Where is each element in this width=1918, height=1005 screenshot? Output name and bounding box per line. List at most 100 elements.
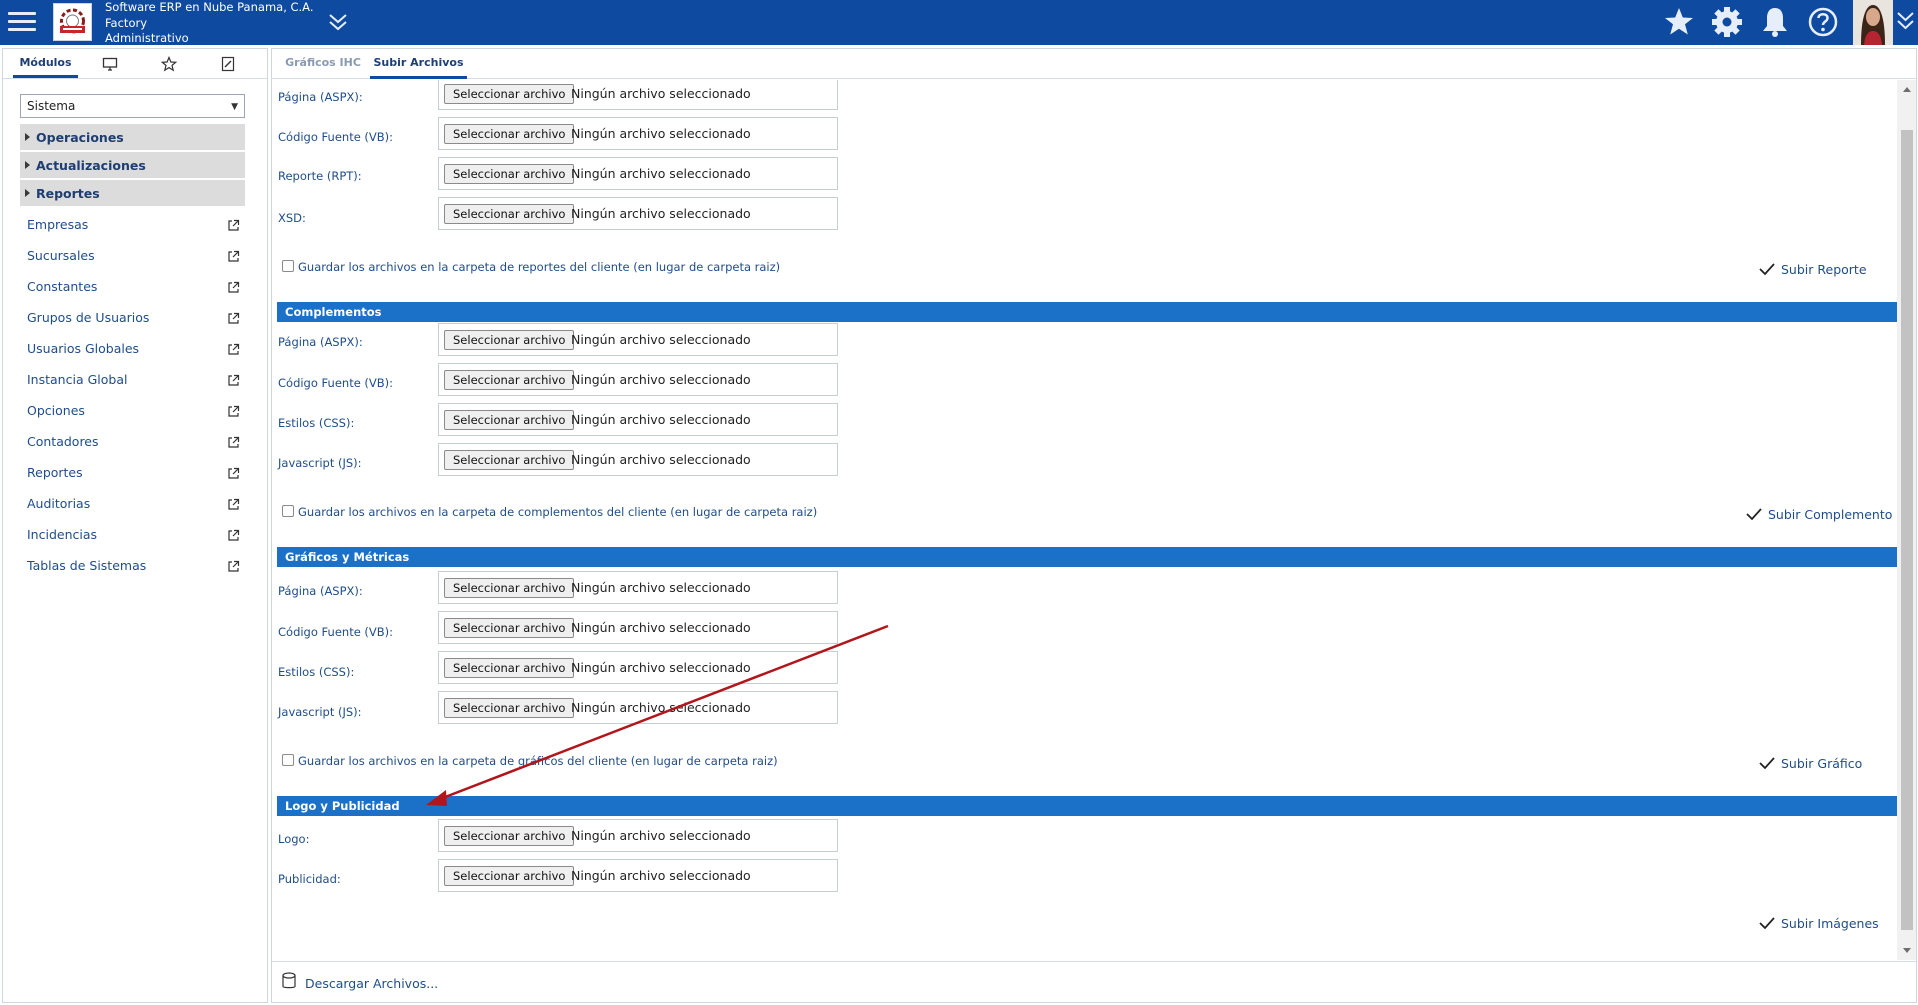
select-file-button[interactable]: Seleccionar archivo [444,618,575,638]
field-label: Logo: [278,832,310,846]
external-link-icon[interactable] [227,405,240,418]
file-input-publicidad[interactable]: Seleccionar archivo Ningún archivo selec… [438,859,838,892]
scroll-up-icon[interactable] [1903,87,1911,92]
download-files-link[interactable]: Descargar Archivos... [305,976,438,991]
file-input-grafico-vb[interactable]: Seleccionar archivo Ningún archivo selec… [438,611,838,644]
file-input-reporte-xsd[interactable]: Seleccionar archivo Ningún archivo selec… [438,197,838,230]
menu-icon[interactable] [6,8,38,36]
select-file-button[interactable]: Seleccionar archivo [444,330,575,350]
file-input-reporte-aspx[interactable]: Seleccionar archivo Ningún archivo selec… [438,80,838,110]
sidebar-item-constantes[interactable]: Constantes [27,279,242,299]
external-link-icon[interactable] [227,250,240,263]
scroll-down-icon[interactable] [1903,948,1911,953]
main-panel: Gráficos IHC Subir Archivos Página (ASPX… [271,48,1917,1003]
tab-subir-archivos[interactable]: Subir Archivos [370,49,467,79]
select-file-button[interactable]: Seleccionar archivo [444,204,575,224]
company-module: Administrativo [105,31,189,45]
monitor-icon[interactable] [102,56,118,72]
file-input-grafico-js[interactable]: Seleccionar archivo Ningún archivo selec… [438,691,838,724]
system-select[interactable]: Sistema ▼ [20,94,245,118]
select-file-button[interactable]: Seleccionar archivo [444,124,575,144]
tab-graficos-ihc[interactable]: Gráficos IHC [280,49,366,79]
select-file-button[interactable]: Seleccionar archivo [444,84,575,104]
sidebar-item-usuarios-globales[interactable]: Usuarios Globales [27,341,242,361]
file-input-reporte-rpt[interactable]: Seleccionar archivo Ningún archivo selec… [438,157,838,190]
external-link-icon[interactable] [227,343,240,356]
external-link-icon[interactable] [227,436,240,449]
select-file-button[interactable]: Seleccionar archivo [444,866,575,886]
avatar[interactable] [1853,0,1893,45]
file-input-grafico-aspx[interactable]: Seleccionar archivo Ningún archivo selec… [438,571,838,604]
chevron-double-down-icon[interactable] [326,10,350,34]
sidebar-item-auditorias[interactable]: Auditorias [27,496,242,516]
sidebar-item-label: Sucursales [27,248,95,263]
field-label: XSD: [278,211,306,225]
sidebar-group-label: Reportes [36,186,100,201]
checkbox-complementos[interactable] [282,505,294,517]
company-logo[interactable] [53,3,92,41]
checkmark-icon [1759,917,1775,930]
field-label: Estilos (CSS): [278,665,355,679]
select-file-button[interactable]: Seleccionar archivo [444,698,575,718]
file-status: Ningún archivo seleccionado [571,206,751,221]
external-link-icon[interactable] [227,312,240,325]
file-input-grafico-css[interactable]: Seleccionar archivo Ningún archivo selec… [438,651,838,684]
field-label: Estilos (CSS): [278,416,355,430]
sidebar-item-empresas[interactable]: Empresas [27,217,242,237]
select-file-button[interactable]: Seleccionar archivo [444,164,575,184]
external-link-icon[interactable] [227,467,240,480]
select-file-button[interactable]: Seleccionar archivo [444,578,575,598]
sidebar-group-reportes[interactable]: Reportes [20,180,245,207]
sidebar-item-contadores[interactable]: Contadores [27,434,242,454]
bell-icon[interactable] [1758,4,1792,40]
chevron-double-down-icon[interactable] [1893,0,1918,45]
sidebar-item-label: Usuarios Globales [27,341,140,356]
file-input-complemento-vb[interactable]: Seleccionar archivo Ningún archivo selec… [438,363,838,396]
caret-right-icon [25,161,30,169]
star-outline-icon[interactable] [160,55,178,72]
external-link-icon[interactable] [227,529,240,542]
gear-icon[interactable] [1710,4,1744,40]
help-icon[interactable] [1806,4,1840,40]
external-link-icon[interactable] [227,281,240,294]
external-link-icon[interactable] [227,560,240,573]
action-label: Subir Imágenes [1781,916,1879,931]
caret-right-icon [25,189,30,197]
select-file-button[interactable]: Seleccionar archivo [444,450,575,470]
file-input-complemento-css[interactable]: Seleccionar archivo Ningún archivo selec… [438,403,838,436]
file-status: Ningún archivo seleccionado [571,372,751,387]
sidebar-group-operaciones[interactable]: Operaciones [20,124,245,151]
file-input-reporte-vb[interactable]: Seleccionar archivo Ningún archivo selec… [438,117,838,150]
external-link-icon[interactable] [227,219,240,232]
vertical-scrollbar[interactable] [1897,80,1916,960]
checkbox-graficos[interactable] [282,754,294,766]
select-file-button[interactable]: Seleccionar archivo [444,370,575,390]
select-file-button[interactable]: Seleccionar archivo [444,410,575,430]
action-label: Subir Complemento [1768,507,1893,522]
checkbox-reportes[interactable] [282,260,294,272]
select-file-button[interactable]: Seleccionar archivo [444,658,575,678]
star-icon[interactable] [1662,4,1696,40]
file-input-complemento-js[interactable]: Seleccionar archivo Ningún archivo selec… [438,443,838,476]
file-input-complemento-aspx[interactable]: Seleccionar archivo Ningún archivo selec… [438,323,838,356]
sidebar-group-actualizaciones[interactable]: Actualizaciones [20,152,245,179]
sidebar: Módulos Sistema ▼ Operaciones Actualizac… [2,48,268,1003]
sidebar-item-opciones[interactable]: Opciones [27,403,242,423]
sidebar-item-tablas-de-sistemas[interactable]: Tablas de Sistemas [27,558,242,578]
sidebar-item-instancia-global[interactable]: Instancia Global [27,372,242,392]
checkmark-icon [1759,757,1775,770]
select-file-button[interactable]: Seleccionar archivo [444,826,575,846]
external-link-icon[interactable] [227,498,240,511]
sidebar-item-label: Instancia Global [27,372,128,387]
sidebar-item-label: Incidencias [27,527,98,542]
caret-down-icon: ▼ [231,102,238,112]
tab-modulos[interactable]: Módulos [13,49,78,78]
file-input-logo[interactable]: Seleccionar archivo Ningún archivo selec… [438,819,838,852]
sidebar-item-incidencias[interactable]: Incidencias [27,527,242,547]
sidebar-item-sucursales[interactable]: Sucursales [27,248,242,268]
sidebar-item-reportes[interactable]: Reportes [27,465,242,485]
scrollbar-thumb[interactable] [1901,130,1913,930]
external-link-icon[interactable] [227,374,240,387]
document-edit-icon[interactable] [220,56,236,72]
sidebar-item-grupos-de-usuarios[interactable]: Grupos de Usuarios [27,310,242,330]
